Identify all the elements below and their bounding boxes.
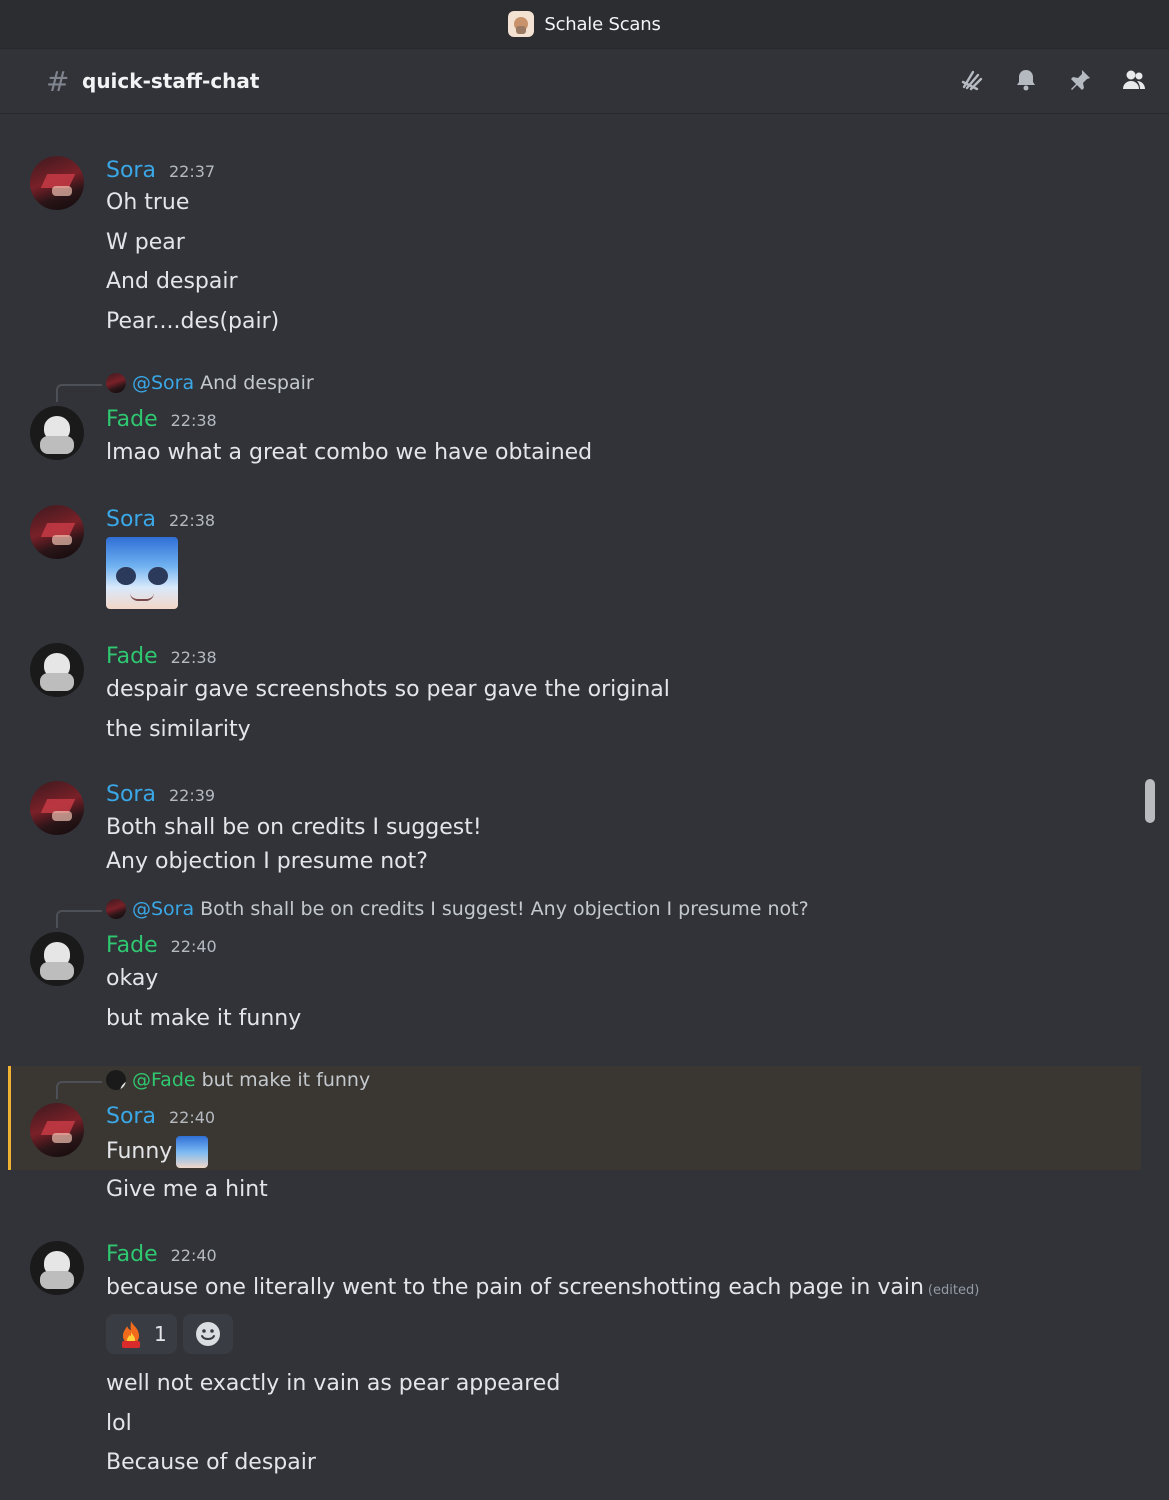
reply-avatar: [106, 373, 126, 393]
reply-avatar: [106, 899, 126, 919]
message-header: Sora 22:40: [106, 1104, 215, 1129]
message-header: Fade 22:40: [106, 1242, 217, 1267]
username[interactable]: Fade: [106, 933, 158, 958]
message-line: Oh true: [106, 190, 190, 215]
message-line: Give me a hint: [106, 1177, 268, 1202]
smiley-icon: [195, 1322, 220, 1346]
reply-mention[interactable]: @Fade: [132, 1069, 196, 1091]
username[interactable]: Sora: [106, 782, 156, 807]
fire-icon: [116, 1319, 146, 1349]
message-line: Pear....des(pair): [106, 309, 280, 334]
bell-icon[interactable]: [1013, 67, 1039, 93]
timestamp: 22:37: [168, 162, 216, 181]
message-list: Sora 22:37 Oh true W pear And despair Pe…: [0, 114, 1169, 1500]
message-text: Funny: [106, 1139, 173, 1164]
avatar[interactable]: [30, 505, 84, 559]
edited-label: (edited): [927, 1283, 980, 1298]
reply-spine: [56, 910, 102, 928]
timestamp: 22:38: [168, 511, 216, 530]
avatar[interactable]: [30, 1103, 84, 1157]
username[interactable]: Fade: [106, 1242, 158, 1267]
reaction-count: 1: [154, 1322, 167, 1346]
username[interactable]: Sora: [106, 158, 156, 183]
message-line: well not exactly in vain as pear appeare…: [106, 1371, 561, 1396]
message-line: despair gave screenshots so pear gave th…: [106, 677, 670, 702]
scrollbar-thumb[interactable]: [1145, 779, 1155, 823]
reply-mention[interactable]: @Sora: [132, 898, 194, 920]
timestamp: 22:40: [168, 1108, 216, 1127]
avatar[interactable]: [30, 1241, 84, 1295]
reply-mention[interactable]: @Sora: [132, 372, 194, 394]
reply-preview[interactable]: @Sora And despair: [106, 372, 314, 394]
reply-text: Both shall be on credits I suggest! Any …: [200, 898, 809, 920]
channel-header: # quick-staff-chat: [0, 49, 1169, 114]
channel-name: quick-staff-chat: [82, 69, 260, 93]
reaction-fire[interactable]: 1: [106, 1314, 177, 1354]
message-line: Funny: [106, 1136, 209, 1168]
sticker-image[interactable]: [106, 537, 178, 609]
avatar[interactable]: [30, 643, 84, 697]
username[interactable]: Sora: [106, 1104, 156, 1129]
avatar[interactable]: [30, 932, 84, 986]
timestamp: 22:38: [170, 411, 217, 430]
reactions-bar: 1: [106, 1314, 233, 1354]
message-header: Sora 22:37: [106, 158, 215, 183]
message-line: okay: [106, 966, 159, 991]
message-line: the similarity: [106, 717, 251, 742]
window-titlebar: Schale Scans: [0, 0, 1169, 49]
threads-icon[interactable]: [959, 67, 985, 93]
message-header: Fade 22:38: [106, 407, 217, 432]
avatar[interactable]: [30, 156, 84, 210]
message-line: but make it funny: [106, 1006, 302, 1031]
hash-icon: #: [46, 64, 70, 98]
message-line: Because of despair: [106, 1450, 316, 1475]
message-line: lol: [106, 1411, 132, 1436]
avatar[interactable]: [30, 781, 84, 835]
message-line: W pear: [106, 230, 185, 255]
server-icon[interactable]: [508, 11, 535, 37]
username[interactable]: Fade: [106, 407, 158, 432]
timestamp: 22:38: [170, 648, 217, 667]
timestamp: 22:40: [170, 937, 217, 956]
message-line: because one literally went to the pain o…: [106, 1275, 979, 1300]
message-line: Any objection I presume not?: [106, 849, 428, 874]
pin-icon[interactable]: [1067, 67, 1093, 93]
server-name: Schale Scans: [544, 13, 661, 35]
reply-preview[interactable]: @Fade but make it funny: [106, 1069, 370, 1091]
message-line: lmao what a great combo we have obtained: [106, 440, 593, 465]
message-line: And despair: [106, 269, 238, 294]
members-icon[interactable]: [1121, 67, 1147, 93]
message-text: because one literally went to the pain o…: [106, 1275, 924, 1300]
avatar[interactable]: [30, 406, 84, 460]
reply-text: but make it funny: [201, 1069, 371, 1091]
reply-spine: [56, 384, 102, 402]
username[interactable]: Fade: [106, 644, 158, 669]
header-toolbar: [959, 67, 1147, 93]
message-header: Fade 22:40: [106, 933, 217, 958]
add-reaction-button[interactable]: [182, 1314, 233, 1354]
message-header: Sora 22:39: [106, 782, 215, 807]
message-line: Both shall be on credits I suggest!: [106, 815, 482, 840]
message-header: Fade 22:38: [106, 644, 217, 669]
reply-text: And despair: [200, 372, 314, 394]
custom-emoji-icon[interactable]: [176, 1136, 209, 1168]
timestamp: 22:39: [168, 786, 216, 805]
reply-spine: [56, 1081, 102, 1099]
username[interactable]: Sora: [106, 507, 156, 532]
reply-avatar: [106, 1070, 126, 1090]
timestamp: 22:40: [170, 1246, 217, 1265]
reply-preview[interactable]: @Sora Both shall be on credits I suggest…: [106, 898, 809, 920]
message-header: Sora 22:38: [106, 507, 215, 532]
